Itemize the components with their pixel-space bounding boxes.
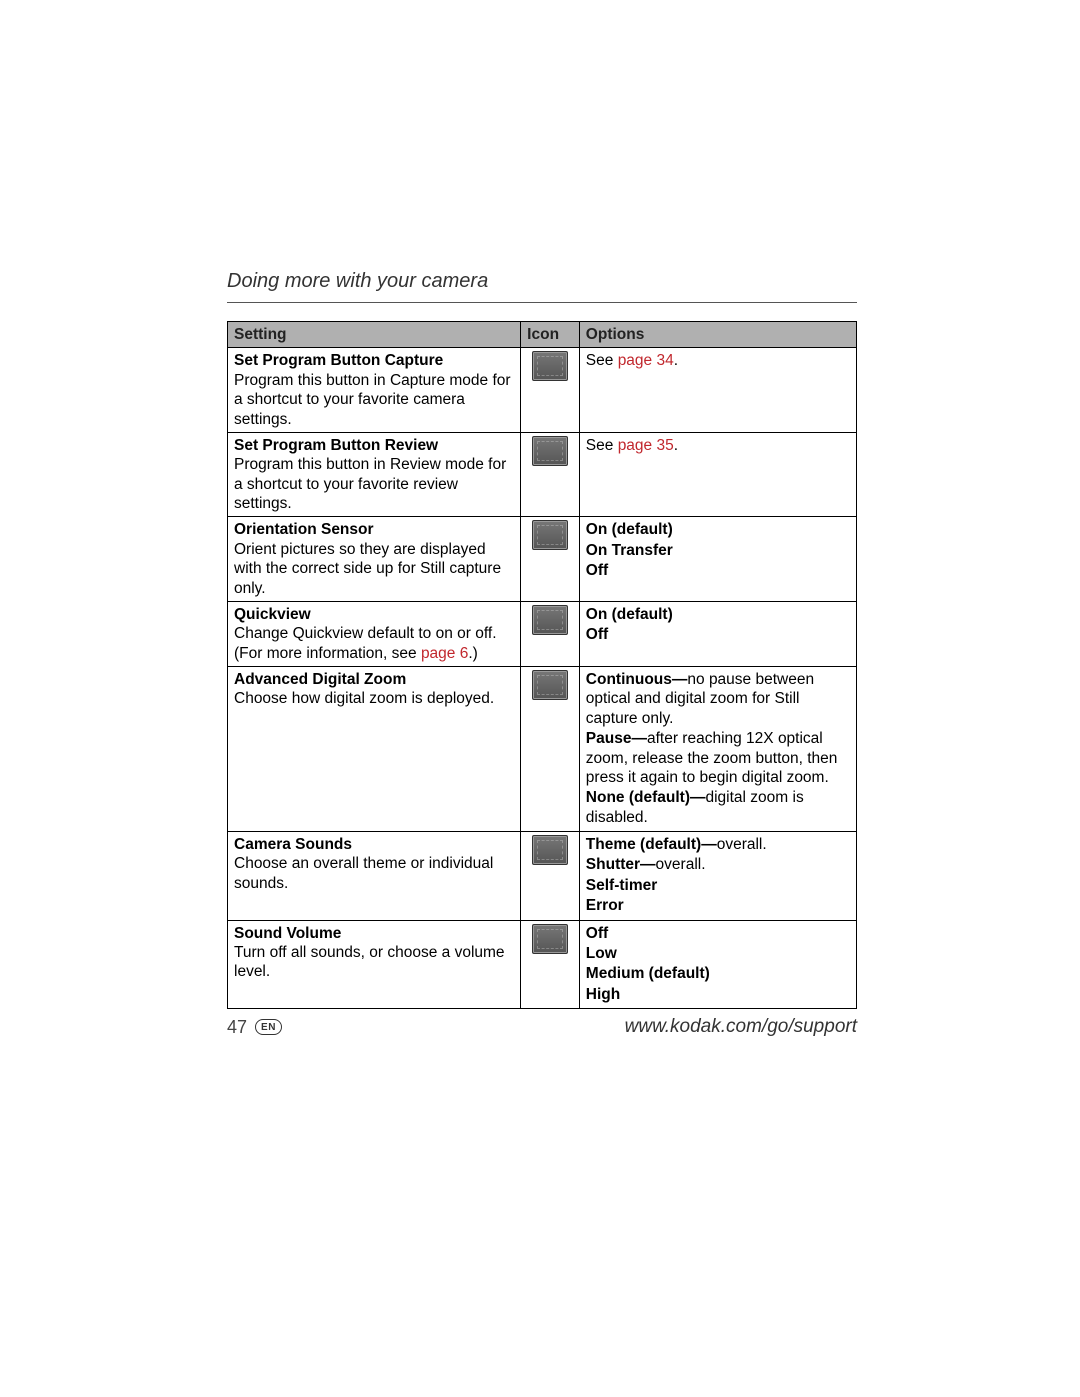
- table-header-row: Setting Icon Options: [228, 322, 857, 348]
- row-capture: Set Program Button Capture Program this …: [228, 348, 857, 433]
- setting-desc: Choose how digital zoom is deployed.: [234, 689, 514, 708]
- page-link-6[interactable]: page 6: [421, 645, 468, 662]
- dot: .: [674, 437, 678, 454]
- option: Shutter—overall.: [586, 855, 850, 874]
- support-url[interactable]: www.kodak.com/go/support: [625, 1016, 857, 1038]
- opt-label: Continuous—: [586, 671, 688, 688]
- page-footer: 47 EN www.kodak.com/go/support: [227, 1016, 857, 1038]
- page-header: Doing more with your camera: [227, 270, 857, 298]
- opt-label: Pause—: [586, 730, 647, 747]
- setting-desc: Program this button in Review mode for a…: [234, 455, 514, 513]
- setting-title: Set Program Button Capture: [234, 351, 514, 370]
- language-badge: EN: [255, 1019, 282, 1035]
- option: On Transfer: [586, 541, 850, 560]
- opt-label: Theme (default)—: [586, 836, 717, 853]
- option: Error: [586, 896, 850, 915]
- setting-desc: Orient pictures so they are displayed wi…: [234, 540, 514, 598]
- zoom-icon: [532, 670, 568, 700]
- opt-label: Shutter—: [586, 856, 656, 873]
- quickview-icon: [532, 605, 568, 635]
- option: Off: [586, 625, 850, 644]
- setting-title: Orientation Sensor: [234, 520, 514, 539]
- row-volume: Sound Volume Turn off all sounds, or cho…: [228, 920, 857, 1009]
- settings-table: Setting Icon Options Set Program Button …: [227, 321, 857, 1009]
- capture-program-icon: [532, 351, 568, 381]
- row-quickview: Quickview Change Quickview default to on…: [228, 601, 857, 666]
- row-sounds: Camera Sounds Choose an overall theme or…: [228, 832, 857, 921]
- col-header-icon: Icon: [521, 322, 580, 348]
- option: Continuous—no pause between optical and …: [586, 670, 850, 728]
- setting-desc: Turn off all sounds, or choose a volume …: [234, 943, 514, 982]
- review-program-icon: [532, 436, 568, 466]
- row-zoom: Advanced Digital Zoom Choose how digital…: [228, 667, 857, 832]
- desc-part2: .): [468, 645, 477, 662]
- option: Off: [586, 561, 850, 580]
- sounds-icon: [532, 835, 568, 865]
- col-header-options: Options: [579, 322, 856, 348]
- setting-desc: Choose an overall theme or individual so…: [234, 854, 514, 893]
- see-text: See: [586, 437, 618, 454]
- option: Low: [586, 944, 850, 963]
- setting-title: Quickview: [234, 605, 514, 624]
- option: Medium (default): [586, 964, 850, 983]
- setting-desc: Change Quickview default to on or off. (…: [234, 624, 514, 663]
- setting-title: Sound Volume: [234, 924, 514, 943]
- opt-label: None (default)—: [586, 789, 706, 806]
- setting-title: Set Program Button Review: [234, 436, 514, 455]
- setting-title: Advanced Digital Zoom: [234, 670, 514, 689]
- page-link-34[interactable]: page 34: [618, 352, 674, 369]
- setting-title: Camera Sounds: [234, 835, 514, 854]
- option: Pause—after reaching 12X optical zoom, r…: [586, 729, 850, 787]
- volume-icon: [532, 924, 568, 954]
- opt-text: overall.: [717, 836, 767, 853]
- see-text: See: [586, 352, 618, 369]
- option: Off: [586, 924, 850, 943]
- option: Theme (default)—overall.: [586, 835, 850, 854]
- page-number: 47: [227, 1017, 247, 1038]
- option: On (default): [586, 605, 850, 624]
- setting-desc: Program this button in Capture mode for …: [234, 371, 514, 429]
- orientation-icon: [532, 520, 568, 550]
- row-orientation: Orientation Sensor Orient pictures so th…: [228, 517, 857, 602]
- option: High: [586, 985, 850, 1004]
- page-link-35[interactable]: page 35: [618, 437, 674, 454]
- option: None (default)—digital zoom is disabled.: [586, 788, 850, 827]
- header-rule: [227, 302, 857, 303]
- row-review: Set Program Button Review Program this b…: [228, 432, 857, 517]
- option: Self-timer: [586, 876, 850, 895]
- col-header-setting: Setting: [228, 322, 521, 348]
- opt-text: overall.: [656, 856, 706, 873]
- option: On (default): [586, 520, 850, 539]
- dot: .: [674, 352, 678, 369]
